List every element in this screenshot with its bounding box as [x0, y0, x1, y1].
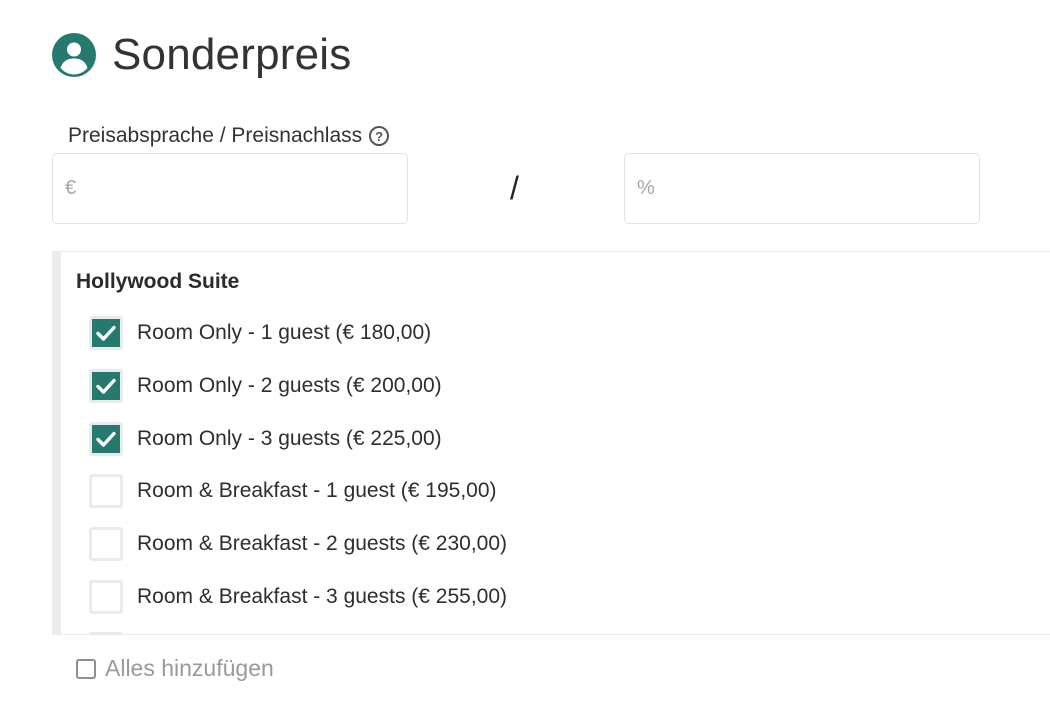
room-group-title: Hollywood Suite [76, 270, 240, 293]
rate-option[interactable]: Room Only - 3 guests (€ 225,00) [89, 412, 507, 465]
euro-amount-input[interactable] [52, 153, 408, 224]
percent-discount-input[interactable] [624, 153, 980, 224]
rate-option-label[interactable]: Room Only - 3 guests (€ 225,00) [137, 427, 442, 451]
checkbox-unchecked[interactable] [89, 632, 123, 634]
add-all-checkbox[interactable]: Alles hinzufügen [76, 655, 274, 682]
price-label-row: Preisabsprache / Preisnachlass ? [68, 124, 390, 148]
add-all-box[interactable] [76, 658, 96, 679]
rate-option-label[interactable]: Room & Breakfast - 3 guests (€ 255,00) [137, 585, 507, 609]
rate-option-label[interactable]: Room & Breakfast - 2 guests (€ 230,00) [137, 532, 507, 556]
rate-option-label[interactable]: Room & Breakfast - 1 guest (€ 195,00) [137, 479, 497, 503]
question-circle-icon[interactable]: ? [369, 126, 390, 146]
room-rate-list[interactable]: Hollywood Suite Room Only - 1 guest (€ 1… [52, 251, 1050, 635]
checkbox-unchecked[interactable] [89, 527, 123, 562]
rate-option[interactable]: Room Only - 1 guest (€ 180,00) [89, 307, 507, 360]
rate-option-label[interactable]: Room Only - 1 guest (€ 180,00) [137, 321, 431, 345]
checkbox-unchecked[interactable] [89, 474, 123, 509]
rate-option-label[interactable]: Room Only - 2 guests (€ 200,00) [137, 374, 442, 398]
rate-option[interactable]: Room & Breakfast - 1 guest (€ 195,00) [89, 465, 507, 518]
checkmark-icon [96, 378, 116, 394]
user-circle-icon [52, 33, 96, 77]
rate-option[interactable]: Room & Breakfast - 3 guests (€ 255,00) [89, 570, 507, 623]
rate-options: Room Only - 1 guest (€ 180,00) Room Only … [89, 307, 507, 634]
rate-option[interactable]: Room Only - 2 guests (€ 200,00) [89, 360, 507, 413]
checkbox-checked[interactable] [89, 316, 123, 351]
checkmark-icon [96, 431, 116, 447]
rate-option[interactable]: Halfboard OTA 1 - (€ 150,00) [89, 623, 507, 634]
page-title: Sonderpreis [112, 30, 352, 79]
checkbox-unchecked[interactable] [89, 579, 123, 614]
checkbox-checked[interactable] [89, 421, 123, 456]
add-all-label[interactable]: Alles hinzufügen [105, 655, 274, 682]
rate-option[interactable]: Room & Breakfast - 2 guests (€ 230,00) [89, 518, 507, 571]
price-label: Preisabsprache / Preisnachlass [68, 124, 363, 147]
checkbox-checked[interactable] [89, 369, 123, 404]
page-header: Sonderpreis [52, 30, 351, 80]
separator-slash: / [510, 170, 519, 206]
checkmark-icon [96, 326, 116, 342]
